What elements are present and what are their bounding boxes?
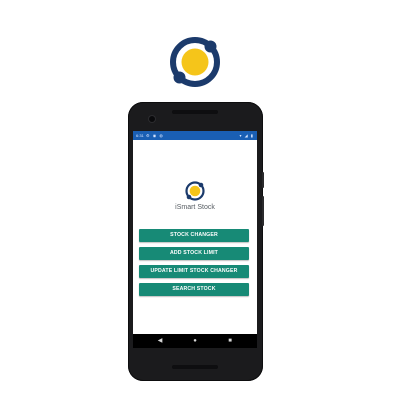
status-bar: 6:31 ⚙ ◉ ◍ ▾ ◢ ▮	[133, 131, 257, 140]
phone-screen: 6:31 ⚙ ◉ ◍ ▾ ◢ ▮ iSmart Stock STOCK CHAN…	[133, 131, 257, 334]
battery-icon: ▮	[250, 133, 254, 138]
recents-square-icon[interactable]: ■	[224, 334, 236, 348]
phone-power-button	[262, 172, 264, 188]
add-stock-limit-button[interactable]: ADD STOCK LIMIT	[139, 247, 249, 260]
notification-icon: ◍	[159, 133, 164, 138]
stock-changer-button[interactable]: STOCK CHANGER	[139, 229, 249, 242]
status-notification-icons: ⚙ ◉ ◍	[146, 131, 164, 140]
app-logo-large-icon	[170, 37, 220, 87]
update-limit-stock-changer-button[interactable]: UPDATE LIMIT STOCK CHANGER	[139, 265, 249, 278]
app-name: iSmart Stock	[175, 204, 215, 211]
settings-icon: ⚙	[146, 133, 151, 138]
system-nav-bar: ◀ ● ■	[133, 334, 257, 348]
status-time: 6:31	[136, 133, 144, 138]
home-circle-icon[interactable]: ●	[189, 334, 201, 348]
phone-front-camera	[149, 116, 155, 122]
search-stock-button[interactable]: SEARCH STOCK	[139, 283, 249, 296]
status-system-icons: ▾ ◢ ▮	[239, 131, 254, 140]
phone-bottom-speaker	[172, 365, 218, 369]
back-triangle-icon[interactable]: ◀	[154, 334, 166, 348]
sync-icon: ◉	[152, 133, 158, 138]
phone-earpiece	[172, 110, 218, 114]
app-logo-icon	[185, 181, 205, 201]
wifi-icon: ▾	[239, 133, 243, 138]
phone-volume-button	[262, 196, 264, 226]
signal-icon: ◢	[244, 133, 249, 138]
